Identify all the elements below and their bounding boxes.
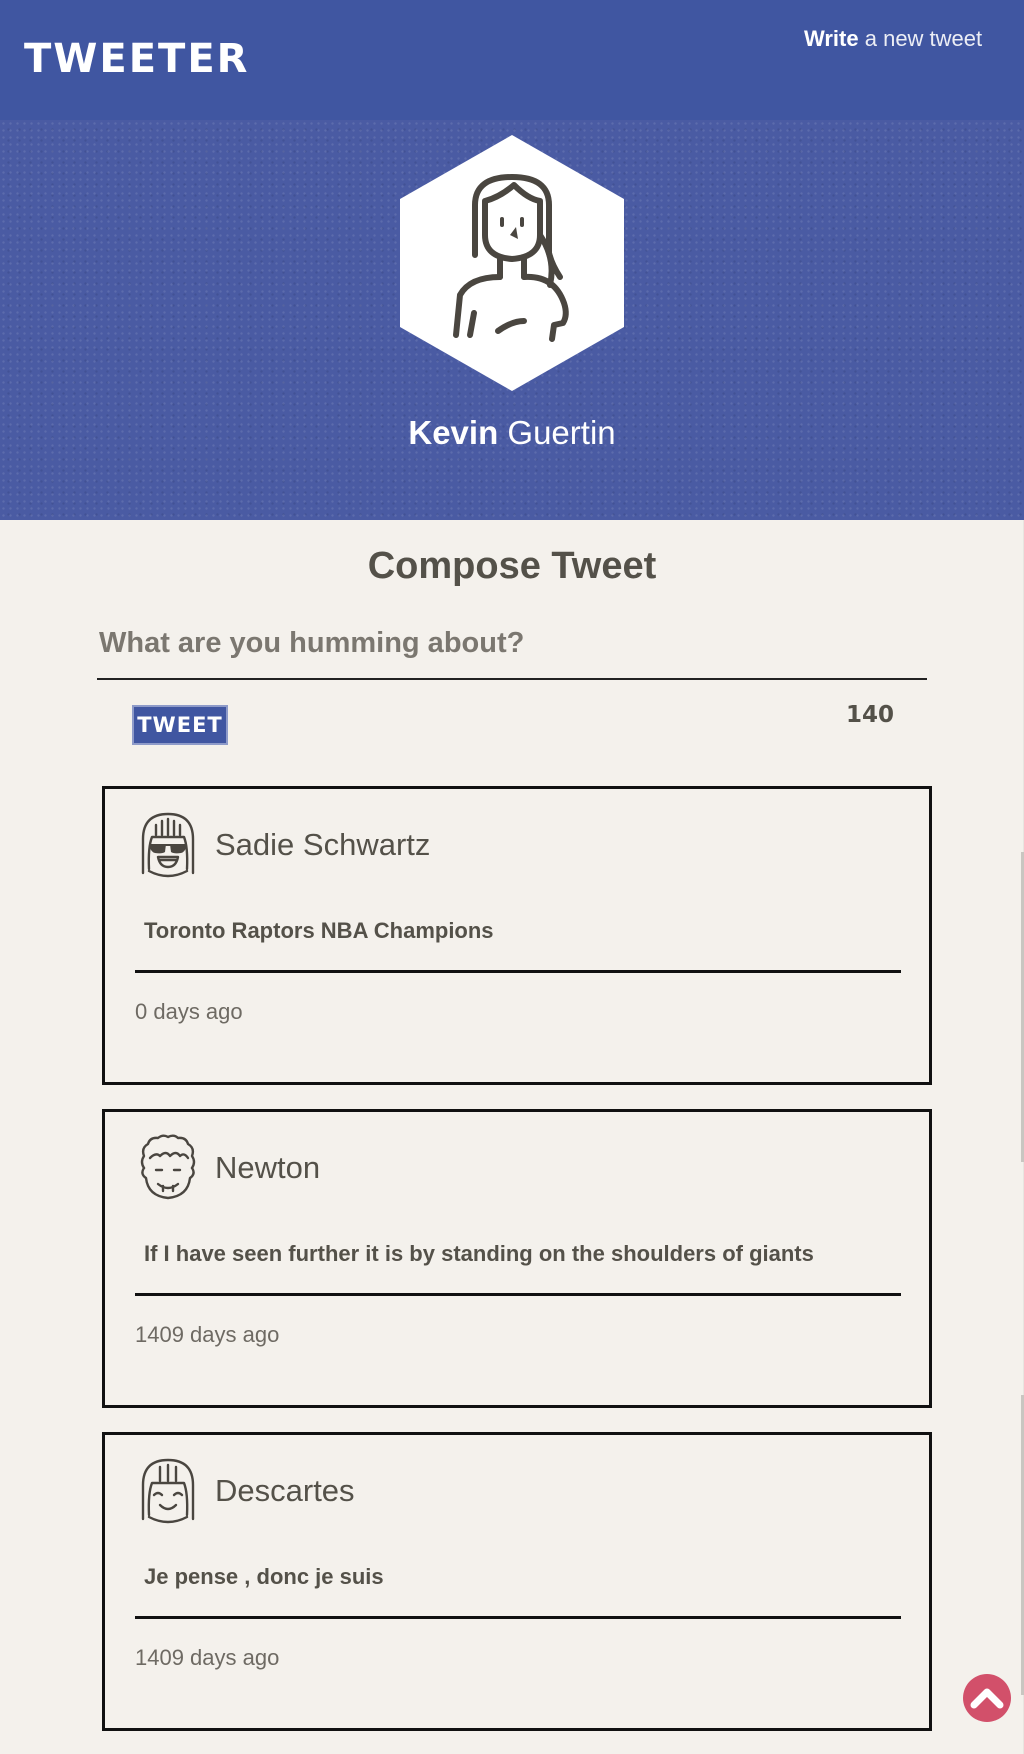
tweet-button[interactable]: TWEET xyxy=(132,705,228,745)
chevron-up-icon xyxy=(970,1688,1004,1709)
user-avatar-icon xyxy=(400,135,624,391)
tweet-text: If I have seen further it is by standing… xyxy=(144,1241,814,1266)
character-counter: 140 xyxy=(845,702,894,728)
tweet-card: Sadie Schwartz Toronto Raptors NBA Champ… xyxy=(102,786,932,1085)
tweet-input[interactable] xyxy=(97,608,927,680)
tweet-author-name: Sadie Schwartz xyxy=(215,827,431,862)
tweet-divider xyxy=(135,970,901,973)
profile-last-name: Guertin xyxy=(507,414,616,451)
scroll-to-top-button[interactable] xyxy=(963,1674,1011,1722)
logo: TWEETER xyxy=(24,36,250,82)
tweet-card: Newton If I have seen further it is by s… xyxy=(102,1109,932,1408)
tweet-timestamp: 1409 days ago xyxy=(135,1322,280,1347)
sunglasses-avatar-icon xyxy=(141,812,195,878)
tweet-card: Descartes Je pense , donc je suis 1409 d… xyxy=(102,1432,932,1731)
write-tweet-link-bold: Write xyxy=(804,26,859,51)
compose-title: Compose Tweet xyxy=(367,545,657,587)
smiling-avatar-icon xyxy=(141,1458,195,1524)
top-nav: TWEETER Write a new tweet xyxy=(0,0,1024,120)
write-tweet-link-text: a new tweet xyxy=(864,26,983,51)
tweet-timestamp: 1409 days ago xyxy=(135,1645,280,1670)
tweet-divider xyxy=(135,1293,901,1296)
tweet-text: Je pense , donc je suis xyxy=(144,1564,384,1589)
write-tweet-link[interactable]: Write a new tweet xyxy=(804,26,982,52)
tweet-author-name: Descartes xyxy=(215,1473,355,1508)
tweet-author-name: Newton xyxy=(215,1150,321,1185)
tweet-divider xyxy=(135,1616,901,1619)
profile-header: Kevin Guertin xyxy=(0,120,1024,520)
profile-name: Kevin Guertin xyxy=(0,414,1024,452)
tweet-timestamp: 0 days ago xyxy=(135,999,243,1024)
tweet-text: Toronto Raptors NBA Champions xyxy=(144,918,494,943)
profile-first-name: Kevin xyxy=(408,414,499,451)
curly-hair-avatar-icon xyxy=(140,1134,196,1200)
